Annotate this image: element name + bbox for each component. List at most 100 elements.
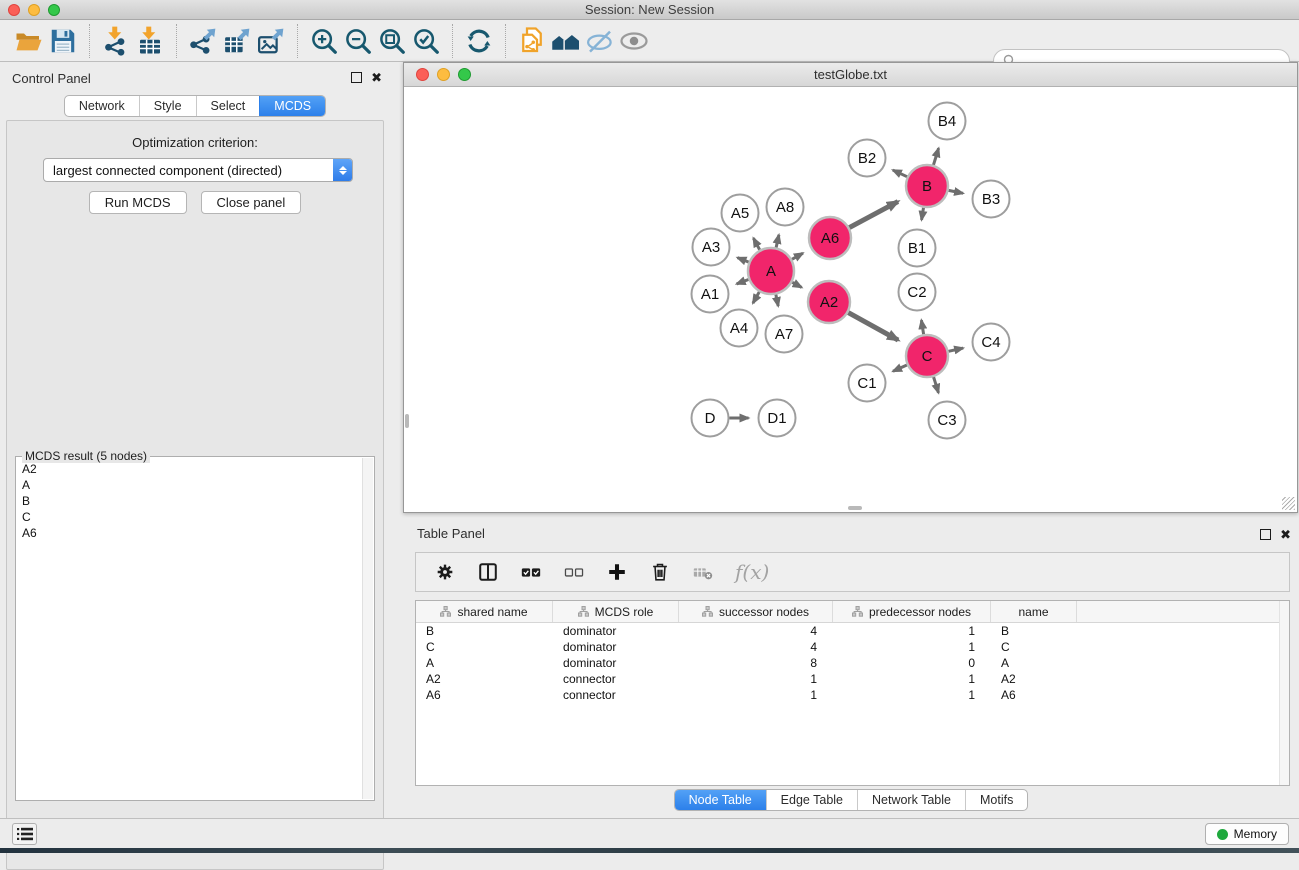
table-tab-node-table[interactable]: Node Table — [675, 790, 766, 810]
open-file-icon[interactable] — [12, 24, 46, 58]
delete-table-icon[interactable] — [692, 561, 714, 583]
result-item[interactable]: A6 — [17, 525, 362, 541]
node-A1[interactable]: A1 — [692, 276, 729, 313]
edge-C-C1[interactable] — [893, 365, 907, 371]
table-row[interactable]: A6connector11A6 — [416, 687, 1289, 703]
import-table-icon[interactable] — [133, 24, 167, 58]
zoom-in-icon[interactable] — [307, 24, 341, 58]
edge-A-A5[interactable] — [753, 238, 759, 250]
table-tab-network-table[interactable]: Network Table — [857, 790, 965, 810]
edge-A-A6[interactable] — [792, 253, 803, 259]
node-A4[interactable]: A4 — [721, 310, 758, 347]
edge-A-A1[interactable] — [737, 279, 749, 283]
table-row[interactable]: Bdominator41B — [416, 623, 1289, 639]
node-A7[interactable]: A7 — [766, 316, 803, 353]
table-tab-motifs[interactable]: Motifs — [965, 790, 1027, 810]
edge-A-A4[interactable] — [753, 292, 759, 303]
mcds-result-list[interactable]: A2ABCA6 — [17, 461, 362, 799]
result-list-scrollbar[interactable] — [362, 458, 373, 799]
edge-A2-C[interactable] — [848, 313, 898, 340]
node-table[interactable]: shared nameMCDS rolesuccessor nodesprede… — [415, 600, 1290, 786]
edge-A-A2[interactable] — [792, 282, 801, 287]
edge-A-A3[interactable] — [737, 258, 748, 263]
export-image-icon[interactable] — [254, 24, 288, 58]
node-A8[interactable]: A8 — [767, 189, 804, 226]
node-C2[interactable]: C2 — [899, 274, 936, 311]
tab-mcds[interactable]: MCDS — [259, 96, 325, 116]
result-item[interactable]: A2 — [17, 461, 362, 477]
table-row[interactable]: Adominator80A — [416, 655, 1289, 671]
float-panel-icon[interactable] — [351, 72, 362, 83]
node-C1[interactable]: C1 — [849, 365, 886, 402]
column-header-name[interactable]: name — [991, 601, 1077, 622]
close-table-panel-icon[interactable]: ✖ — [1280, 529, 1291, 540]
edge-B-B4[interactable] — [933, 148, 938, 165]
float-table-panel-icon[interactable] — [1260, 529, 1271, 540]
save-session-icon[interactable] — [46, 24, 80, 58]
node-B4[interactable]: B4 — [929, 103, 966, 140]
export-network-icon[interactable] — [186, 24, 220, 58]
network-hscroll-thumb[interactable] — [848, 506, 862, 510]
network-canvas[interactable]: B4B2BB3A8A5A6A3B1AC2A1A2A4A7C4CC1DD1C3 — [404, 87, 1297, 512]
node-A6[interactable]: A6 — [809, 217, 851, 259]
zoom-selected-icon[interactable] — [409, 24, 443, 58]
node-A5[interactable]: A5 — [722, 195, 759, 232]
result-item[interactable]: C — [17, 509, 362, 525]
node-B3[interactable]: B3 — [973, 181, 1010, 218]
close-panel-icon[interactable]: ✖ — [371, 72, 382, 83]
edge-A-A8[interactable] — [776, 235, 779, 248]
node-B1[interactable]: B1 — [899, 230, 936, 267]
network-resize-grip[interactable] — [1282, 497, 1295, 510]
edge-A6-B[interactable] — [849, 202, 898, 228]
node-A2[interactable]: A2 — [808, 281, 850, 323]
tab-style[interactable]: Style — [139, 96, 196, 116]
zoom-out-icon[interactable] — [341, 24, 375, 58]
column-header-shared-name[interactable]: shared name — [416, 601, 553, 622]
network-zoom-icon[interactable] — [458, 68, 471, 81]
export-table-icon[interactable] — [220, 24, 254, 58]
table-tab-edge-table[interactable]: Edge Table — [766, 790, 857, 810]
table-row[interactable]: A2connector11A2 — [416, 671, 1289, 687]
edge-B-B1[interactable] — [922, 208, 924, 220]
node-D[interactable]: D — [692, 400, 729, 437]
zoom-fit-icon[interactable] — [375, 24, 409, 58]
network-minimize-icon[interactable] — [437, 68, 450, 81]
import-network-icon[interactable] — [99, 24, 133, 58]
new-network-from-selection-icon[interactable] — [515, 24, 549, 58]
close-window-icon[interactable] — [8, 4, 20, 16]
edge-B-B3[interactable] — [949, 190, 964, 193]
memory-button[interactable]: Memory — [1205, 823, 1289, 845]
show-hide-columns-icon[interactable] — [477, 561, 499, 583]
edge-B-B2[interactable] — [893, 170, 907, 177]
tab-select[interactable]: Select — [196, 96, 260, 116]
refresh-network-icon[interactable] — [462, 24, 496, 58]
close-panel-button[interactable]: Close panel — [201, 191, 302, 214]
network-close-icon[interactable] — [416, 68, 429, 81]
node-A3[interactable]: A3 — [693, 229, 730, 266]
select-all-rows-icon[interactable] — [520, 561, 542, 583]
node-A[interactable]: A — [748, 248, 794, 294]
column-header-successor-nodes[interactable]: successor nodes — [679, 601, 833, 622]
column-header-predecessor-nodes[interactable]: predecessor nodes — [833, 601, 991, 622]
create-column-icon[interactable] — [606, 561, 628, 583]
edge-A-A7[interactable] — [776, 295, 778, 307]
zoom-window-icon[interactable] — [48, 4, 60, 16]
delete-columns-icon[interactable] — [649, 561, 671, 583]
function-builder-icon[interactable]: f(x) — [735, 560, 769, 584]
run-mcds-button[interactable]: Run MCDS — [89, 191, 187, 214]
tab-network[interactable]: Network — [65, 96, 139, 116]
network-window-titlebar[interactable]: testGlobe.txt — [404, 63, 1297, 87]
edge-C-C2[interactable] — [921, 320, 923, 334]
result-item[interactable]: B — [17, 493, 362, 509]
node-B2[interactable]: B2 — [849, 140, 886, 177]
node-D1[interactable]: D1 — [759, 400, 796, 437]
node-C4[interactable]: C4 — [973, 324, 1010, 361]
result-item[interactable]: A — [17, 477, 362, 493]
node-C3[interactable]: C3 — [929, 402, 966, 439]
show-graphics-details-icon[interactable] — [617, 24, 651, 58]
task-history-button[interactable] — [12, 823, 37, 845]
column-header-MCDS-role[interactable]: MCDS role — [553, 601, 679, 622]
hide-graphics-details-icon[interactable] — [583, 24, 617, 58]
table-vscroll[interactable] — [1279, 601, 1289, 785]
first-neighbors-icon[interactable] — [549, 24, 583, 58]
